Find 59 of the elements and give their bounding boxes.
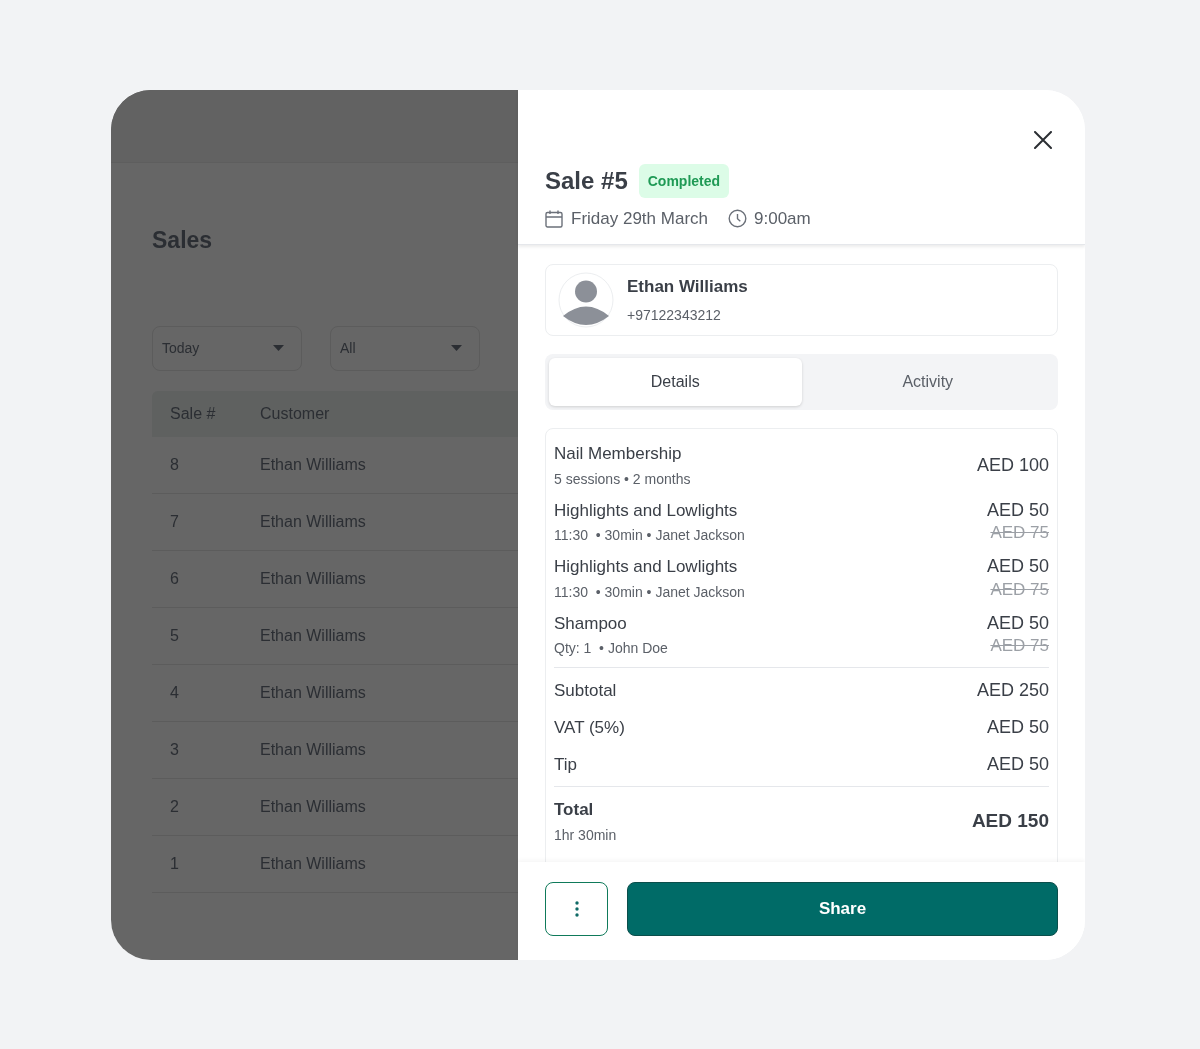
- item-price: AED 50: [986, 611, 1049, 635]
- table-cell: Ethan Williams: [260, 740, 366, 758]
- table-cell: Ethan Williams: [260, 569, 366, 587]
- status-badge: Completed: [638, 164, 730, 198]
- table-cell: Ethan Williams: [260, 455, 366, 473]
- caret-icon: [273, 345, 284, 351]
- item-price: AED 50: [986, 555, 1049, 578]
- item-price: AED 100: [976, 453, 1049, 477]
- original-price: AED 75: [990, 522, 1049, 544]
- sale-title: Sale #5: [545, 166, 628, 196]
- caret-icon: [451, 345, 462, 351]
- item-detail: 11:30 • 30min • Janet Jackson: [554, 582, 745, 602]
- summary-label: Subtotal: [554, 679, 617, 702]
- table-cell: Ethan Williams: [260, 512, 366, 530]
- item-detail: 5 sessions • 2 months: [554, 469, 691, 489]
- table-cell: Ethan Williams: [260, 683, 366, 701]
- page-title: Sales: [152, 226, 213, 255]
- share-button[interactable]: Share: [627, 882, 1058, 936]
- clock-icon: [728, 209, 747, 229]
- original-price: AED 75: [990, 578, 1049, 600]
- total-duration: 1hr 30min: [554, 825, 617, 845]
- item-price: AED 50: [986, 498, 1049, 522]
- tab[interactable]: Activity: [801, 358, 1054, 406]
- item-name: Highlights and Lowlights: [554, 499, 738, 522]
- total-label: Total: [554, 799, 595, 821]
- table-cell: 7: [170, 512, 179, 530]
- summary-value: AED 50: [986, 753, 1049, 776]
- table-cell: Ethan Williams: [260, 797, 366, 815]
- close-button[interactable]: [1031, 128, 1055, 152]
- summary-value: AED 250: [976, 679, 1049, 702]
- summary-value: AED 50: [986, 716, 1049, 739]
- tab[interactable]: Details: [549, 358, 802, 406]
- table-cell: 3: [170, 740, 179, 758]
- sale-date: Friday 29th March: [571, 208, 708, 230]
- item-detail: Qty: 1 • John Doe: [554, 639, 668, 658]
- item-name: Highlights and Lowlights: [554, 556, 738, 578]
- item-name: Shampoo: [554, 612, 627, 635]
- table-cell: Ethan Williams: [260, 626, 366, 644]
- table-cell: 6: [170, 569, 179, 587]
- summary-label: VAT (5%): [554, 716, 625, 739]
- table-cell: 1: [170, 854, 179, 872]
- summary-label: Tip: [554, 753, 577, 776]
- table-cell: 2: [170, 797, 179, 815]
- item-detail: 11:30 • 30min • Janet Jackson: [554, 526, 745, 545]
- customer-name: Ethan Williams: [627, 275, 748, 298]
- customer-phone: +97122343212: [627, 306, 722, 326]
- table-cell: 4: [170, 683, 179, 701]
- calendar-icon: [545, 209, 563, 228]
- sale-time: 9:00am: [754, 208, 811, 230]
- more-icon: [574, 901, 579, 917]
- original-price: AED 75: [990, 635, 1049, 657]
- table-cell: Ethan Williams: [260, 854, 366, 872]
- more-button[interactable]: [545, 882, 608, 936]
- table-cell: 8: [170, 455, 179, 473]
- avatar-icon: [558, 272, 614, 328]
- item-name: Nail Membership: [554, 443, 682, 465]
- close-icon: [1034, 131, 1052, 149]
- table-cell: 5: [170, 626, 179, 644]
- total-value: AED 150: [971, 809, 1049, 833]
